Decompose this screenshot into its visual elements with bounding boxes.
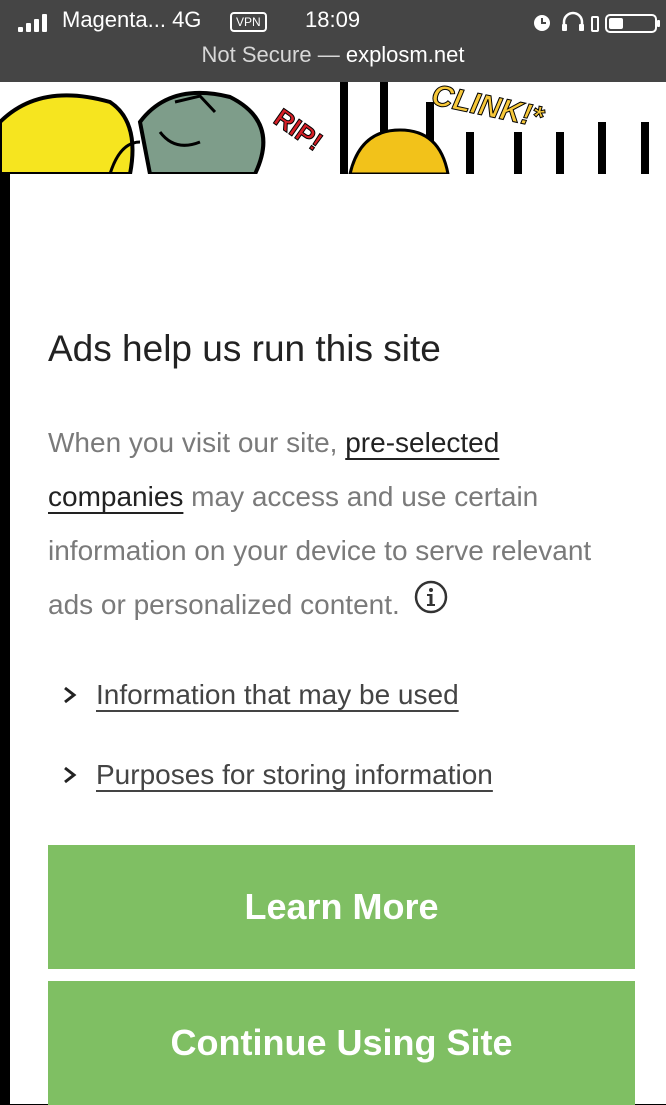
comic-illustration: RIP! CLINK!*: [0, 82, 649, 174]
information-used-link[interactable]: Information that may be used: [96, 679, 459, 711]
body-text-before: When you visit our site,: [48, 427, 346, 458]
battery-icon: [605, 14, 660, 33]
signal-strength-icon: [18, 14, 47, 32]
host-label: explosm.net: [345, 42, 465, 67]
alarm-icon: [534, 15, 550, 31]
address-bar[interactable]: Not Secure — explosm.net: [0, 42, 666, 68]
consent-description: When you visit our site, pre-selected co…: [48, 416, 638, 632]
vpn-badge: VPN: [230, 12, 267, 32]
headphones-icon: [562, 11, 584, 31]
status-icons: [534, 11, 660, 33]
sfx-rip: RIP!: [269, 102, 329, 156]
disclosure-information-used[interactable]: Information that may be used: [62, 679, 459, 711]
security-label: Not Secure —: [201, 42, 340, 67]
consent-dialog: Ads help us run this site When you visit…: [10, 174, 666, 1105]
dialog-title: Ads help us run this site: [48, 328, 441, 369]
carrier-name: Magenta... 4G: [62, 7, 202, 32]
chevron-right-icon: [64, 686, 77, 704]
orientation-lock-icon: [591, 16, 599, 32]
sfx-clink: CLINK!*: [429, 82, 548, 135]
continue-using-site-button[interactable]: Continue Using Site: [48, 981, 635, 1105]
info-icon[interactable]: [414, 580, 448, 614]
comic-banner: RIP! CLINK!*: [0, 82, 666, 174]
chevron-right-icon: [64, 766, 77, 784]
status-bar: Magenta... 4G VPN 18:09 Not Secure — exp…: [0, 0, 666, 82]
disclosure-purposes[interactable]: Purposes for storing information: [62, 759, 493, 791]
learn-more-button[interactable]: Learn More: [48, 845, 635, 969]
clock: 18:09: [305, 7, 361, 32]
purposes-link[interactable]: Purposes for storing information: [96, 759, 493, 791]
